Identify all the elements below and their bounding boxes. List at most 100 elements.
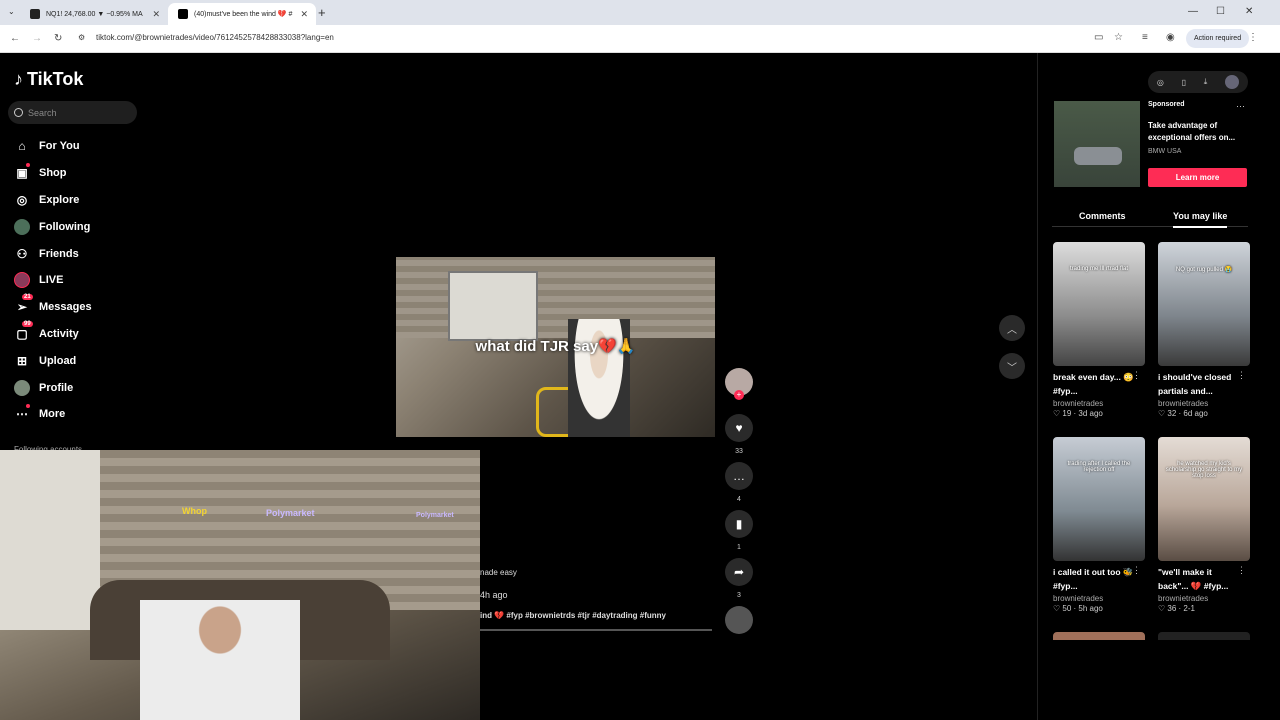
music-disc[interactable]: [724, 606, 754, 634]
video-description: nade easy: [480, 568, 517, 577]
search-placeholder: Search: [28, 107, 57, 118]
sidebar-item-more[interactable]: ⋯ More: [14, 401, 92, 428]
chevron-up-icon: ︿: [1007, 324, 1017, 336]
video-whiteboard: [448, 271, 538, 341]
extensions-icon[interactable]: ≡: [1142, 32, 1148, 43]
browser-menu-icon[interactable]: ⋮: [1248, 32, 1258, 43]
video-progress-bar[interactable]: [480, 629, 712, 631]
sidebar-item-messages[interactable]: ➢ 21 Messages: [14, 294, 92, 321]
comment-icon: …: [725, 462, 753, 490]
ad-thumbnail[interactable]: [1054, 101, 1140, 187]
more-icon: ⋯: [14, 404, 30, 422]
list-item[interactable]: trading me Ill rtrad flat break even day…: [1053, 242, 1145, 418]
sidebar-item-friends[interactable]: ⚇ Friends: [14, 240, 92, 267]
creator-avatar[interactable]: +: [724, 368, 754, 400]
card-user[interactable]: brownietrades: [1053, 594, 1145, 603]
tiktok-logo[interactable]: ♪ TikTok: [14, 69, 83, 90]
minimize-icon[interactable]: —: [1188, 6, 1198, 17]
tab-title: NQ1! 24,768.00 ▼ −0.95% MA: [46, 10, 143, 18]
save-button[interactable]: ▮ 1: [724, 510, 754, 551]
reload-icon[interactable]: ↻: [54, 33, 62, 44]
sidebar-item-label: For You: [39, 140, 80, 153]
list-item[interactable]: NQ got rug pulled 😭 i should've closed p…: [1158, 242, 1250, 418]
close-tab-icon[interactable]: ✕: [152, 9, 160, 20]
sidebar-item-shop[interactable]: ▣ Shop: [14, 160, 92, 187]
card-more-icon[interactable]: ⋮: [1237, 565, 1246, 576]
card-stats: ♡ 19 · 3d ago: [1053, 409, 1103, 418]
account-icon[interactable]: ◉: [1166, 32, 1175, 43]
card-more-icon[interactable]: ⋮: [1132, 565, 1141, 576]
ad-title[interactable]: Take advantage of exceptional offers on.…: [1148, 120, 1254, 144]
list-item[interactable]: he watched my kid's scholarship go strai…: [1158, 437, 1250, 613]
ad-car: [1074, 147, 1122, 165]
sidebar-item-label: Messages: [39, 301, 92, 314]
video-hashtags[interactable]: ind 💔 #fyp #brownietrds #tjr #daytrading…: [480, 611, 666, 620]
video-thumbnail-partial[interactable]: [1053, 632, 1145, 640]
card-title: i called it out too 🐝 #fyp...: [1053, 567, 1134, 591]
previous-video-button[interactable]: ︿: [999, 315, 1025, 341]
follow-plus-icon[interactable]: +: [734, 390, 744, 400]
tab-comments[interactable]: Comments: [1079, 211, 1126, 221]
thumbnail-overlay-text: trading after I called the rejection off: [1067, 461, 1131, 473]
video-thumbnail[interactable]: trading me Ill rtrad flat: [1053, 242, 1145, 366]
sidebar-item-activity[interactable]: ▢ 99 Activity: [14, 320, 92, 348]
learn-more-button[interactable]: Learn more: [1148, 168, 1247, 187]
tab-you-may-like[interactable]: You may like: [1173, 211, 1228, 228]
sidebar-item-live[interactable]: LIVE: [14, 267, 92, 294]
video-player[interactable]: what did TJR say💔🙏: [396, 257, 715, 437]
card-user[interactable]: brownietrades: [1158, 399, 1250, 408]
card-user[interactable]: brownietrades: [1158, 594, 1250, 603]
share-icon: ➦: [725, 558, 753, 586]
browser-tab-tradingview[interactable]: NQ1! 24,768.00 ▼ −0.95% MA ✕: [20, 3, 168, 25]
sidebar-item-upload[interactable]: ⊞ Upload: [14, 347, 92, 374]
video-thumbnail-partial[interactable]: [1158, 632, 1250, 640]
action-required-button[interactable]: Action required: [1186, 29, 1250, 48]
search-input[interactable]: Search: [8, 101, 137, 124]
messages-badge: 21: [22, 294, 33, 301]
bookmark-star-icon[interactable]: ☆: [1114, 32, 1123, 43]
list-item[interactable]: trading after I called the rejection off…: [1053, 437, 1145, 613]
back-icon[interactable]: ←: [10, 33, 20, 44]
cast-icon[interactable]: ▭: [1094, 32, 1103, 43]
sidebar-item-for-you[interactable]: ⌂ For You: [14, 133, 92, 160]
new-tab-button[interactable]: +: [318, 5, 326, 20]
tiktok-page: ♪ TikTok Search ⌂ For You ▣ Shop ◎ Explore …: [0, 53, 1264, 720]
compass-tool-icon[interactable]: ◎: [1157, 78, 1164, 87]
next-video-button[interactable]: ﹀: [999, 353, 1025, 379]
chevron-down-icon: ﹀: [1007, 362, 1017, 374]
browser-tab-tiktok[interactable]: (40)must've been the wind 💔 # ✕: [168, 3, 316, 25]
sidebar-item-label: Explore: [39, 193, 80, 206]
card-stats: ♡ 36 · 2-1: [1158, 604, 1195, 613]
share-button[interactable]: ➦ 3: [724, 558, 754, 599]
tab-search-icon[interactable]: ⌄: [8, 7, 15, 16]
video-thumbnail[interactable]: trading after I called the rejection off: [1053, 437, 1145, 561]
card-more-icon[interactable]: ⋮: [1132, 370, 1141, 381]
user-avatar[interactable]: [1225, 75, 1240, 89]
site-info-icon[interactable]: ⚙: [78, 33, 85, 42]
forward-icon[interactable]: →: [32, 33, 42, 44]
sidebar-item-explore[interactable]: ◎ Explore: [14, 187, 92, 214]
sidebar-item-label: Upload: [39, 354, 77, 367]
webcam-whiteboard: [0, 450, 100, 630]
close-window-icon[interactable]: ✕: [1245, 6, 1253, 17]
upload-icon: ⊞: [16, 353, 28, 368]
neon-sign-polymarket: Polymarket: [266, 508, 315, 518]
url-field[interactable]: tiktok.com/@brownietrades/video/76124525…: [96, 33, 334, 42]
sidebar-item-profile[interactable]: Profile: [14, 374, 92, 401]
maximize-icon[interactable]: ☐: [1216, 6, 1225, 17]
close-tab-icon[interactable]: ✕: [300, 9, 308, 20]
neon-sign-polymarket-2: Polymarket: [416, 512, 454, 519]
like-button[interactable]: ♥ 33: [724, 414, 754, 455]
video-thumbnail[interactable]: he watched my kid's scholarship go strai…: [1158, 437, 1250, 561]
sidebar-item-following[interactable]: Following: [14, 213, 92, 240]
card-user[interactable]: brownietrades: [1053, 399, 1145, 408]
download-icon[interactable]: ⤓: [1204, 77, 1208, 87]
device-icon[interactable]: ▯: [1182, 78, 1186, 87]
video-thumbnail[interactable]: NQ got rug pulled 😭: [1158, 242, 1250, 366]
card-more-icon[interactable]: ⋮: [1237, 370, 1246, 381]
video-tools: ◎ ▯ ⤓: [1148, 71, 1248, 93]
tab-title: (40)must've been the wind 💔 #: [194, 11, 293, 18]
ad-more-icon[interactable]: ⋯: [1236, 101, 1245, 112]
comment-button[interactable]: … 4: [724, 462, 754, 503]
webcam-streamer: [140, 600, 300, 720]
